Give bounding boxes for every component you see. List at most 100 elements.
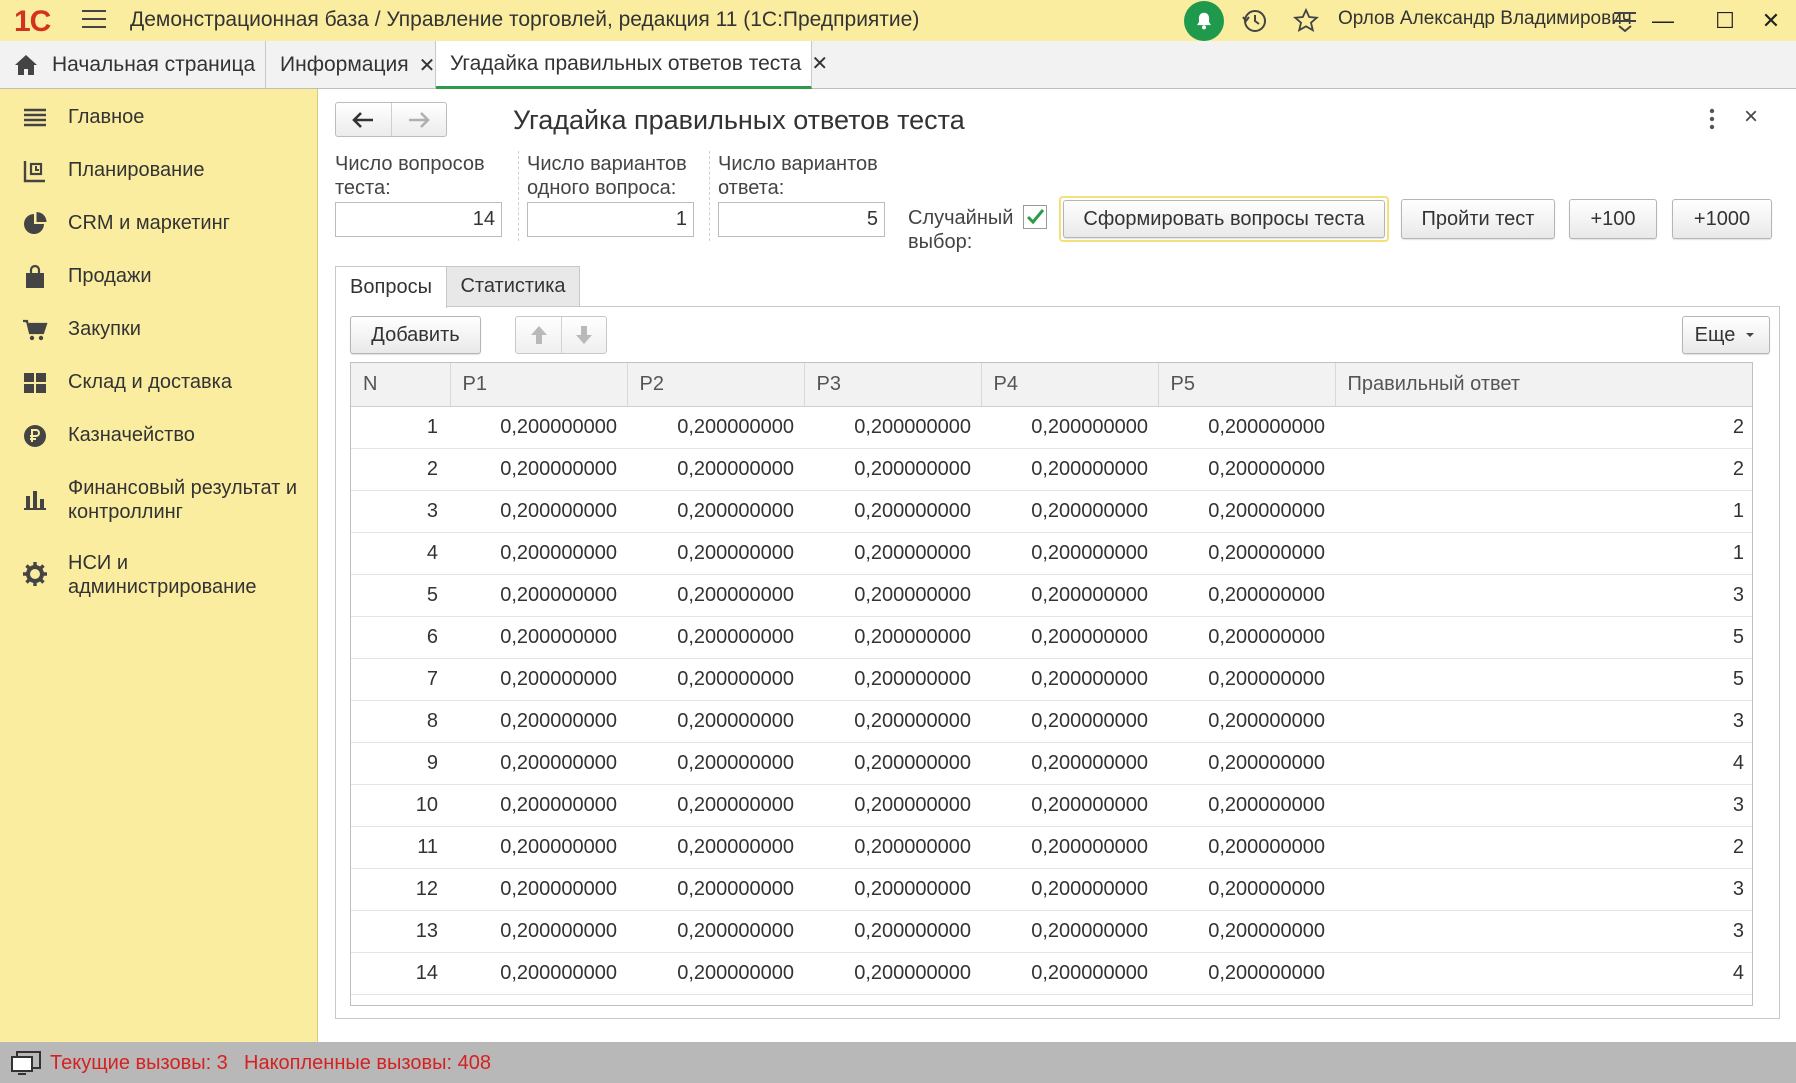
notifications-bell-icon[interactable] (1184, 1, 1224, 41)
probability-cell[interactable]: 0,200000000 (1158, 868, 1335, 911)
probability-cell[interactable]: 0,200000000 (804, 910, 981, 953)
move-up-icon[interactable] (516, 317, 561, 353)
column-header-p2[interactable]: P2 (627, 363, 805, 407)
probability-cell[interactable]: 0,200000000 (450, 868, 627, 911)
probability-cell[interactable]: 0,200000000 (1158, 742, 1335, 785)
probability-cell[interactable]: 0,200000000 (450, 700, 627, 743)
probability-cell[interactable]: 0,200000000 (1158, 700, 1335, 743)
row-number-cell[interactable]: 5 (351, 574, 450, 617)
column-header-p5[interactable]: P5 (1158, 363, 1336, 407)
close-tab-icon[interactable]: ✕ (811, 51, 828, 76)
probability-cell[interactable]: 0,200000000 (627, 406, 804, 449)
row-number-cell[interactable]: 4 (351, 532, 450, 575)
column-header-correct-answer[interactable]: Правильный ответ (1335, 363, 1752, 407)
table-row[interactable]: 2 0,200000000 0,200000000 0,200000000 0,2000… (351, 448, 1752, 491)
probability-cell[interactable]: 0,200000000 (627, 868, 804, 911)
add-row-button[interactable]: Добавить (350, 316, 481, 354)
probability-cell[interactable]: 0,200000000 (804, 784, 981, 827)
correct-answer-cell[interactable]: 5 (1335, 658, 1752, 701)
back-arrow-icon[interactable] (336, 103, 391, 136)
close-tab-icon[interactable]: ✕ (419, 53, 436, 78)
table-row[interactable]: 7 0,200000000 0,200000000 0,200000000 0,2000… (351, 658, 1752, 701)
row-number-cell[interactable]: 2 (351, 448, 450, 491)
probability-cell[interactable]: 0,200000000 (627, 448, 804, 491)
probability-cell[interactable]: 0,200000000 (627, 490, 804, 533)
probability-cell[interactable]: 0,200000000 (981, 700, 1158, 743)
row-number-cell[interactable]: 1 (351, 406, 450, 449)
table-row[interactable]: 3 0,200000000 0,200000000 0,200000000 0,2000… (351, 490, 1752, 533)
table-row[interactable]: 9 0,200000000 0,200000000 0,200000000 0,2000… (351, 742, 1752, 785)
probability-cell[interactable]: 0,200000000 (1158, 658, 1335, 701)
correct-answer-cell[interactable]: 5 (1335, 616, 1752, 659)
column-header-p1[interactable]: P1 (450, 363, 628, 407)
probability-cell[interactable]: 0,200000000 (804, 532, 981, 575)
table-row[interactable]: 11 0,200000000 0,200000000 0,200000000 0,200… (351, 826, 1752, 869)
probability-cell[interactable]: 0,200000000 (627, 574, 804, 617)
probability-cell[interactable]: 0,200000000 (981, 826, 1158, 869)
probability-cell[interactable]: 0,200000000 (1158, 952, 1335, 995)
settings-menu-icon[interactable] (1612, 9, 1638, 33)
probability-cell[interactable]: 0,200000000 (1158, 574, 1335, 617)
correct-answer-cell[interactable]: 3 (1335, 784, 1752, 827)
table-row[interactable]: 8 0,200000000 0,200000000 0,200000000 0,2000… (351, 700, 1752, 743)
random-choice-checkbox[interactable] (1023, 205, 1047, 229)
probability-cell[interactable]: 0,200000000 (981, 868, 1158, 911)
probability-cell[interactable]: 0,200000000 (1158, 490, 1335, 533)
questions-count-input[interactable]: 14 (335, 202, 502, 237)
probability-cell[interactable]: 0,200000000 (1158, 910, 1335, 953)
probability-cell[interactable]: 0,200000000 (804, 658, 981, 701)
probability-cell[interactable]: 0,200000000 (981, 448, 1158, 491)
close-form-button[interactable]: × (1744, 103, 1758, 131)
probability-cell[interactable]: 0,200000000 (627, 742, 804, 785)
pass-test-button[interactable]: Пройти тест (1401, 199, 1555, 239)
probability-cell[interactable]: 0,200000000 (627, 910, 804, 953)
correct-answer-cell[interactable]: 1 (1335, 532, 1752, 575)
probability-cell[interactable]: 0,200000000 (450, 826, 627, 869)
move-down-icon[interactable] (561, 317, 606, 353)
probability-cell[interactable]: 0,200000000 (981, 532, 1158, 575)
probability-cell[interactable]: 0,200000000 (1158, 784, 1335, 827)
probability-cell[interactable]: 0,200000000 (804, 490, 981, 533)
tab-home[interactable]: Начальная страница (0, 41, 266, 89)
probability-cell[interactable]: 0,200000000 (804, 406, 981, 449)
probability-cell[interactable]: 0,200000000 (981, 742, 1158, 785)
probability-cell[interactable]: 0,200000000 (1158, 616, 1335, 659)
probability-cell[interactable]: 0,200000000 (1158, 448, 1335, 491)
probability-cell[interactable]: 0,200000000 (1158, 826, 1335, 869)
correct-answer-cell[interactable]: 3 (1335, 910, 1752, 953)
forward-arrow-icon[interactable] (390, 103, 446, 136)
probability-cell[interactable]: 0,200000000 (627, 658, 804, 701)
correct-answer-cell[interactable]: 3 (1335, 574, 1752, 617)
probability-cell[interactable]: 0,200000000 (981, 490, 1158, 533)
history-icon[interactable] (1242, 8, 1268, 34)
row-number-cell[interactable]: 13 (351, 910, 450, 953)
probability-cell[interactable]: 0,200000000 (627, 784, 804, 827)
probability-cell[interactable]: 0,200000000 (981, 784, 1158, 827)
table-row[interactable]: 5 0,200000000 0,200000000 0,200000000 0,2000… (351, 574, 1752, 617)
probability-cell[interactable]: 0,200000000 (804, 826, 981, 869)
probability-cell[interactable]: 0,200000000 (627, 826, 804, 869)
row-number-cell[interactable]: 12 (351, 868, 450, 911)
column-header-p4[interactable]: P4 (981, 363, 1159, 407)
correct-answer-cell[interactable]: 2 (1335, 826, 1752, 869)
probability-cell[interactable]: 0,200000000 (804, 742, 981, 785)
probability-cell[interactable]: 0,200000000 (804, 616, 981, 659)
close-window-button[interactable]: ✕ (1754, 4, 1788, 38)
correct-answer-cell[interactable]: 2 (1335, 448, 1752, 491)
table-row[interactable]: 1 0,200000000 0,200000000 0,200000000 0,2000… (351, 406, 1752, 449)
correct-answer-cell[interactable]: 1 (1335, 490, 1752, 533)
column-header-p3[interactable]: P3 (804, 363, 982, 407)
probability-cell[interactable]: 0,200000000 (450, 574, 627, 617)
probability-cell[interactable]: 0,200000000 (450, 406, 627, 449)
probability-cell[interactable]: 0,200000000 (627, 700, 804, 743)
correct-answer-cell[interactable]: 4 (1335, 742, 1752, 785)
favorites-star-icon[interactable] (1292, 7, 1320, 35)
tab-questions[interactable]: Вопросы (335, 266, 447, 308)
probability-cell[interactable]: 0,200000000 (981, 910, 1158, 953)
row-number-cell[interactable]: 6 (351, 616, 450, 659)
generate-questions-button[interactable]: Сформировать вопросы теста (1063, 200, 1385, 238)
probability-cell[interactable]: 0,200000000 (804, 448, 981, 491)
row-number-cell[interactable]: 10 (351, 784, 450, 827)
probability-cell[interactable]: 0,200000000 (450, 448, 627, 491)
tab-statistics[interactable]: Статистика (446, 266, 580, 306)
